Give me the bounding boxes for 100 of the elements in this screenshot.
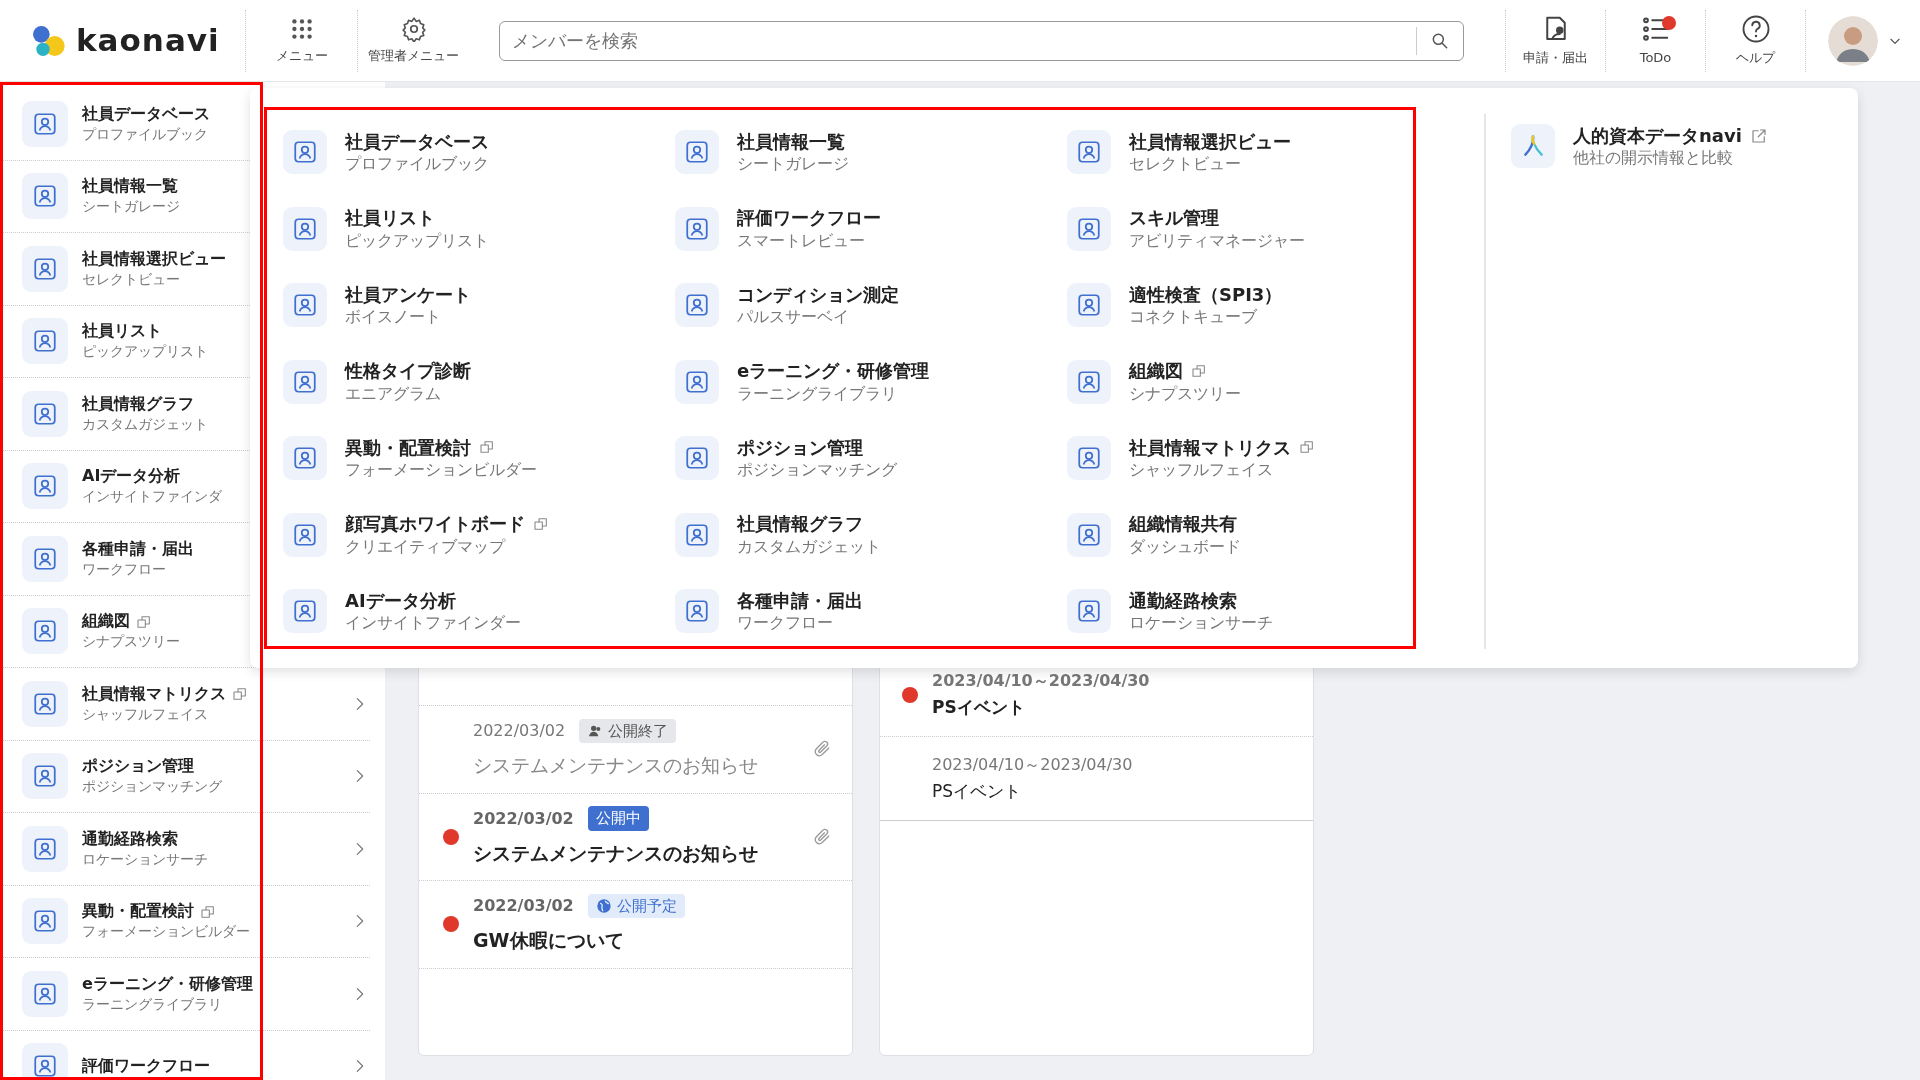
app-icon [1067, 359, 1111, 404]
menu-item[interactable]: 評価ワークフロー スマートレビュー [672, 190, 1064, 267]
item-subtitle: セレクトビュー [1129, 153, 1242, 175]
search-field[interactable]: メンバーを検索 [499, 20, 1464, 61]
menu-item[interactable]: 社員情報グラフ カスタムガジェット [672, 496, 1064, 573]
menu-button[interactable]: メニュー [245, 9, 357, 72]
item-title: 社員情報グラフ [82, 393, 194, 415]
app-icon [283, 206, 327, 251]
menu-item[interactable]: 社員情報マトリクス シャッフルフェイス [1064, 420, 1456, 497]
app-icon [22, 173, 68, 220]
sidebar-item[interactable]: 社員情報マトリクス シャッフルフェイス [0, 668, 370, 741]
item-subtitle: アビリティマネージャー [1129, 229, 1305, 252]
item-subtitle: ロケーションサーチ [82, 849, 208, 869]
menu-item[interactable]: スキル管理 アビリティマネージャー [1064, 190, 1456, 267]
app-icon [1067, 512, 1111, 557]
item-subtitle: プロファイルブック [82, 124, 209, 144]
item-title: 評価ワークフロー [737, 206, 881, 230]
item-subtitle: ポジションマッチング [737, 459, 897, 481]
app-icon [22, 970, 68, 1017]
item-subtitle: セレクトビュー [82, 269, 181, 289]
menu-item[interactable]: eラーニング・研修管理 ラーニングライブラリ [672, 343, 1064, 420]
sidebar-item[interactable]: 通勤経路検索 ロケーションサーチ [0, 813, 370, 886]
app-icon [675, 283, 719, 328]
menu-item[interactable]: 社員情報一覧 シートガレージ [672, 114, 1064, 191]
app-icon [675, 512, 719, 557]
logo-text: kaonavi [76, 21, 220, 61]
avatar [1828, 15, 1878, 66]
status-badge: 公開終了 [579, 718, 677, 744]
sidebar-item[interactable]: ポジション管理 ポジションマッチング [0, 740, 370, 813]
item-subtitle: ロケーションサーチ [1129, 612, 1273, 634]
menu-item[interactable]: コンディション測定 パルスサーベイ [672, 267, 1064, 344]
app-icon [283, 130, 327, 175]
item-subtitle: シナプスツリー [82, 632, 180, 652]
app-icon [22, 608, 68, 655]
item-subtitle: カスタムガジェット [82, 414, 208, 434]
notice-date: 2022/03/02 [473, 807, 574, 830]
notice-title: システムメンテナンスのお知らせ [473, 753, 758, 779]
notice-date: 2022/03/02 [473, 720, 566, 742]
app-icon [675, 359, 719, 404]
sidebar-item[interactable]: eラーニング・研修管理 ラーニングライブラリ [0, 958, 370, 1031]
menu-item[interactable]: 通勤経路検索 ロケーションサーチ [1064, 573, 1456, 650]
item-title: 社員情報一覧 [82, 176, 178, 198]
item-subtitle: パルスサーベイ [737, 306, 850, 328]
item-subtitle: コネクトキューブ [1129, 306, 1258, 328]
toolbar-button[interactable]: 申請・届出 [1505, 9, 1605, 72]
item-subtitle: 他社の開示情報と比較 [1573, 147, 1734, 169]
notice-title: システムメンテナンスのお知らせ [473, 840, 758, 866]
item-title: eラーニング・研修管理 [737, 359, 930, 383]
item-subtitle: ダッシュボード [1129, 535, 1241, 558]
menu-item[interactable]: 人的資本データnavi 他社の開示情報と比較 [1508, 124, 1768, 169]
item-subtitle: シナプスツリー [1129, 382, 1241, 405]
menu-item[interactable]: 組織情報共有 ダッシュボード [1064, 496, 1456, 573]
app-icon [675, 436, 719, 481]
item-title: 社員情報マトリクス [82, 683, 226, 705]
sidebar-item[interactable]: 異動・配置検討 フォーメーションビルダー [0, 885, 370, 958]
app-icon [1067, 589, 1111, 634]
app-icon [1067, 436, 1111, 481]
item-title: 社員情報選択ビュー [82, 248, 226, 270]
app-icon [22, 245, 68, 292]
item-subtitle: ワークフロー [737, 612, 834, 634]
help-icon [1740, 13, 1771, 44]
item-title: 適性検査（SPI3） [1129, 282, 1283, 307]
app-icon [283, 589, 327, 634]
menu-item[interactable]: 適性検査（SPI3） コネクトキューブ [1064, 267, 1456, 344]
item-title: 組織図 [82, 611, 130, 633]
item-title: 社員情報選択ビュー [1129, 129, 1291, 154]
menu-button[interactable]: 管理者メニュー [357, 9, 469, 72]
item-title: 各種申請・届出 [82, 538, 194, 560]
item-subtitle: フォーメーションビルダー [82, 922, 250, 942]
app-icon [22, 535, 68, 582]
app-icon [22, 463, 68, 510]
menu-item[interactable]: 各種申請・届出 ワークフロー [672, 573, 1064, 650]
item-title: 社員情報グラフ [737, 512, 863, 536]
sidebar-item[interactable]: 評価ワークフロー [0, 1030, 370, 1080]
app-icon [22, 318, 68, 365]
app-icon [675, 589, 719, 634]
menu-item[interactable]: ポジション管理 ポジションマッチング [672, 420, 1064, 497]
item-title: 社員情報マトリクス [1129, 435, 1291, 460]
app-icon [1067, 283, 1111, 328]
item-title: ポジション管理 [82, 756, 194, 778]
item-title: 社員情報一覧 [737, 129, 845, 154]
app-icon [675, 130, 719, 175]
menu-item[interactable]: 社員情報選択ビュー セレクトビュー [1064, 114, 1456, 191]
item-title: ポジション管理 [737, 435, 863, 460]
item-subtitle: ラーニングライブラリ [82, 994, 223, 1014]
item-title: 通勤経路検索 [82, 828, 178, 850]
item-subtitle: シートガレージ [82, 197, 180, 217]
item-title: 社員データベース [82, 103, 210, 125]
settings-icon [400, 15, 427, 42]
app-icon [283, 436, 327, 481]
menu-item[interactable]: 組織図 シナプスツリー [1064, 343, 1456, 420]
item-subtitle: ポジションマッチング [82, 777, 222, 797]
item-title: 社員リスト [82, 321, 162, 343]
toolbar-button[interactable]: ヘルプ [1705, 9, 1805, 72]
item-subtitle: ラーニングライブラリ [737, 382, 898, 405]
notice-date: 2022/03/02 [473, 895, 574, 917]
item-title: 組織情報共有 [1129, 512, 1237, 536]
app-icon [22, 390, 68, 437]
item-subtitle: ピックアップリスト [82, 342, 208, 362]
item-title: 組織図 [1129, 359, 1183, 383]
